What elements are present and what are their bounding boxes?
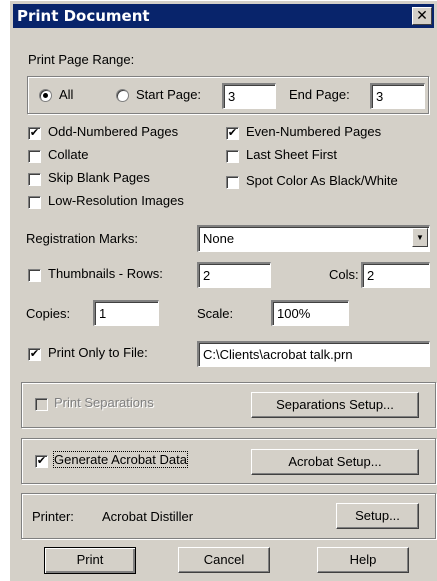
printer-name: Acrobat Distiller	[102, 509, 194, 524]
registration-marks-value: None	[203, 231, 235, 246]
thumbnail-rows-input[interactable]: 2	[197, 262, 271, 288]
print-button[interactable]: Print	[44, 547, 136, 574]
start-page-label: Start Page:	[136, 87, 202, 102]
printer-label: Printer:	[32, 509, 74, 524]
collate-label: Collate	[48, 147, 89, 162]
print-to-file-checkbox[interactable]: ✔	[28, 348, 41, 361]
scale-label: Scale:	[197, 306, 234, 321]
radio-start-page[interactable]	[116, 89, 129, 102]
print-to-file-path-input[interactable]: C:\Clients\acrobat talk.prn	[197, 341, 430, 367]
skip-blank-checkbox[interactable]	[28, 173, 41, 186]
registration-marks-select[interactable]: None ▼	[197, 225, 430, 252]
page-range-label: Print Page Range:	[28, 52, 135, 67]
thumbnail-cols-input[interactable]: 2	[361, 262, 430, 288]
print-separations-checkbox[interactable]	[35, 398, 48, 411]
copies-label: Copies:	[26, 306, 71, 321]
thumbnail-cols-label: Cols:	[329, 267, 359, 282]
thumbnails-checkbox[interactable]	[28, 269, 41, 282]
radio-all[interactable]	[39, 89, 52, 102]
print-to-file-label: Print Only to File:	[48, 345, 148, 360]
spot-color-label: Spot Color As Black/White	[246, 173, 398, 188]
odd-pages-label: Odd-Numbered Pages	[48, 124, 179, 139]
even-pages-label: Even-Numbered Pages	[246, 124, 382, 139]
chevron-down-icon[interactable]: ▼	[412, 228, 428, 247]
generate-acrobat-checkbox[interactable]: ✔	[35, 455, 48, 468]
copies-input[interactable]: 1	[93, 300, 159, 326]
end-page-label: End Page:	[289, 87, 350, 102]
end-page-input[interactable]: 3	[370, 83, 425, 109]
start-page-input[interactable]: 3	[222, 83, 276, 109]
registration-marks-label: Registration Marks:	[26, 231, 138, 246]
printer-setup-button[interactable]: Setup...	[336, 503, 419, 529]
close-icon[interactable]: ✕	[412, 7, 432, 25]
collate-checkbox[interactable]	[28, 150, 41, 163]
skip-blank-label: Skip Blank Pages	[48, 170, 150, 185]
radio-all-label: All	[59, 87, 74, 102]
low-res-checkbox[interactable]	[28, 196, 41, 209]
title-bar: Print Document ✕	[13, 4, 434, 28]
last-sheet-first-checkbox[interactable]	[226, 150, 239, 163]
radio-selected-dot	[43, 93, 48, 98]
thumbnails-label: Thumbnails - Rows:	[48, 266, 163, 281]
print-separations-label: Print Separations	[54, 395, 154, 410]
dialog-title: Print Document	[17, 7, 150, 25]
spot-color-checkbox[interactable]	[226, 176, 239, 189]
odd-pages-checkbox[interactable]: ✔	[28, 127, 41, 140]
even-pages-checkbox[interactable]: ✔	[226, 127, 239, 140]
last-sheet-first-label: Last Sheet First	[246, 147, 338, 162]
scale-input[interactable]: 100%	[271, 300, 349, 326]
low-res-label: Low-Resolution Images	[48, 193, 184, 208]
acrobat-setup-button[interactable]: Acrobat Setup...	[251, 449, 419, 475]
cancel-button[interactable]: Cancel	[178, 547, 270, 573]
generate-acrobat-label: Generate Acrobat Data	[53, 451, 188, 468]
print-dialog: Print Document ✕ Print Page Range: All S…	[9, 0, 437, 581]
separations-setup-button[interactable]: Separations Setup...	[251, 392, 419, 418]
help-button[interactable]: Help	[317, 547, 409, 573]
